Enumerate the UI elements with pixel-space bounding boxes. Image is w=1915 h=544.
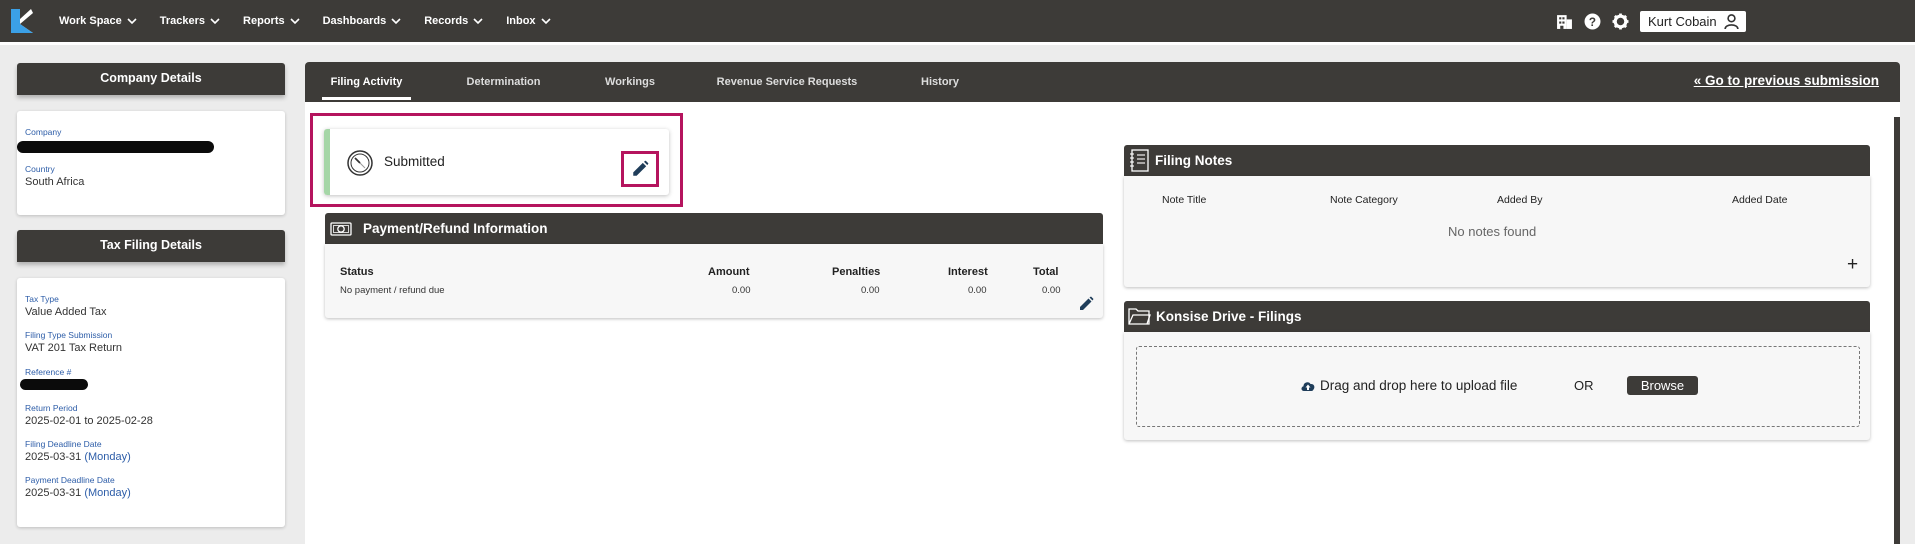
filing-notes-table: Note Title Note Category Added By Added … <box>1124 176 1870 287</box>
cloud-upload-icon <box>1301 382 1315 391</box>
cell-penalties: 0.00 <box>861 285 880 296</box>
col-added-by: Added By <box>1497 194 1543 206</box>
chevron-down-icon <box>473 18 483 25</box>
user-name: Kurt Cobain <box>1648 14 1717 29</box>
cell-total: 0.00 <box>1042 285 1061 296</box>
chevron-down-icon <box>290 18 300 25</box>
payment-deadline-label: Payment Deadline Date <box>25 475 115 485</box>
navbar-icons: ? <box>1556 0 1629 42</box>
col-total: Total <box>1033 266 1059 278</box>
add-note-button[interactable]: + <box>1847 254 1858 276</box>
edit-payment-button[interactable] <box>1078 296 1094 312</box>
notebook-icon <box>1130 149 1149 172</box>
company-label: Company <box>25 127 62 137</box>
reference-label: Reference # <box>25 367 72 377</box>
filing-notes-header: Filing Notes <box>1124 145 1870 176</box>
svg-text:?: ? <box>1589 15 1596 28</box>
user-icon <box>1723 14 1739 30</box>
user-menu[interactable]: Kurt Cobain <box>1640 11 1746 32</box>
company-details-title: Company Details <box>100 71 202 85</box>
filing-deadline-date: 2025-03-31 <box>25 451 82 463</box>
building-icon[interactable] <box>1556 13 1573 30</box>
payment-refund-title: Payment/Refund Information <box>363 221 548 236</box>
filing-deadline-label: Filing Deadline Date <box>25 439 102 449</box>
money-icon <box>330 222 352 236</box>
tax-type-label: Tax Type <box>25 294 59 304</box>
tab-workings[interactable]: Workings <box>595 62 665 100</box>
tab-filing-activity[interactable]: Filing Activity <box>322 62 411 100</box>
return-period-label: Return Period <box>25 403 78 413</box>
menu-dashboards[interactable]: Dashboards <box>323 15 402 27</box>
col-amount: Amount <box>708 266 750 278</box>
chevron-down-icon <box>210 18 220 25</box>
navbar-divider <box>0 42 1915 45</box>
tab-revenue-service-requests[interactable]: Revenue Service Requests <box>706 62 868 100</box>
menu-records[interactable]: Records <box>424 15 483 27</box>
company-details-header: Company Details <box>17 63 285 95</box>
cell-status: No payment / refund due <box>340 285 445 296</box>
col-penalties: Penalties <box>832 266 881 278</box>
menu-inbox-label: Inbox <box>506 15 536 27</box>
chevron-down-icon <box>540 18 551 25</box>
company-details-card: Company Country South Africa <box>17 111 285 215</box>
help-icon[interactable]: ? <box>1584 13 1601 30</box>
payment-deadline-day: (Monday) <box>84 487 131 499</box>
menu-trackers-label: Trackers <box>159 15 206 27</box>
main-menu: Work Space Trackers Reports Dashboards R… <box>59 0 574 42</box>
chevron-down-icon <box>391 18 401 25</box>
menu-reports-label: Reports <box>243 15 285 27</box>
folder-icon <box>1128 308 1151 325</box>
payment-refund-header: Payment/Refund Information <box>325 213 1103 244</box>
col-added-date: Added Date <box>1732 194 1788 206</box>
tax-type-value: Value Added Tax <box>25 306 107 318</box>
menu-work-space[interactable]: Work Space <box>59 15 137 27</box>
menu-work-space-label: Work Space <box>59 15 122 27</box>
app-logo[interactable] <box>11 9 33 33</box>
drive-header: Konsise Drive - Filings <box>1124 301 1870 332</box>
annotation-highlight-edit <box>621 151 659 187</box>
tab-determination[interactable]: Determination <box>456 62 551 100</box>
filing-notes-title: Filing Notes <box>1155 153 1233 168</box>
col-note-category: Note Category <box>1330 194 1398 206</box>
tab-history[interactable]: History <box>906 62 974 100</box>
menu-dashboards-label: Dashboards <box>322 15 387 27</box>
menu-records-label: Records <box>424 15 469 27</box>
filing-deadline-day: (Monday) <box>84 451 131 463</box>
browse-button[interactable]: Browse <box>1627 376 1698 395</box>
menu-reports[interactable]: Reports <box>243 15 300 27</box>
menu-inbox[interactable]: Inbox <box>506 15 551 27</box>
col-note-title: Note Title <box>1162 194 1207 206</box>
cell-amount: 0.00 <box>732 285 751 296</box>
tax-filing-details-header: Tax Filing Details <box>17 230 285 262</box>
col-interest: Interest <box>948 266 988 278</box>
payment-deadline-date: 2025-03-31 <box>25 487 82 499</box>
dropzone-or: OR <box>1574 378 1594 393</box>
tax-filing-details-card: Tax Type Value Added Tax Filing Type Sub… <box>17 278 285 527</box>
no-notes-message: No notes found <box>1448 224 1537 239</box>
dropzone-text: Drag and drop here to upload file <box>1320 378 1518 393</box>
col-status: Status <box>340 266 374 278</box>
drive-title: Konsise Drive - Filings <box>1156 309 1302 324</box>
filing-type-value: VAT 201 Tax Return <box>25 342 123 354</box>
tab-bar: Filing Activity Determination Workings R… <box>305 62 1900 102</box>
company-name-redaction <box>17 141 214 153</box>
go-to-previous-submission-link[interactable]: « Go to previous submission <box>1694 73 1879 88</box>
payment-deadline-value: 2025-03-31 (Monday) <box>25 487 131 499</box>
tax-filing-details-title: Tax Filing Details <box>100 238 202 252</box>
return-period-value: 2025-02-01 to 2025-02-28 <box>25 415 153 427</box>
cell-interest: 0.00 <box>968 285 987 296</box>
filing-type-label: Filing Type Submission <box>25 330 113 340</box>
scrollbar[interactable] <box>1894 117 1900 544</box>
top-navbar: Work Space Trackers Reports Dashboards R… <box>0 0 1915 42</box>
menu-trackers[interactable]: Trackers <box>160 15 220 27</box>
reference-redaction <box>20 379 88 390</box>
edit-status-button[interactable] <box>631 160 649 178</box>
filing-deadline-value: 2025-03-31 (Monday) <box>25 451 131 463</box>
country-label: Country <box>25 164 55 174</box>
country-value: South Africa <box>25 176 85 188</box>
payment-refund-table: Status Amount Penalties Interest Total N… <box>325 244 1103 318</box>
gear-icon[interactable] <box>1612 13 1629 30</box>
chevron-down-icon <box>127 18 137 25</box>
